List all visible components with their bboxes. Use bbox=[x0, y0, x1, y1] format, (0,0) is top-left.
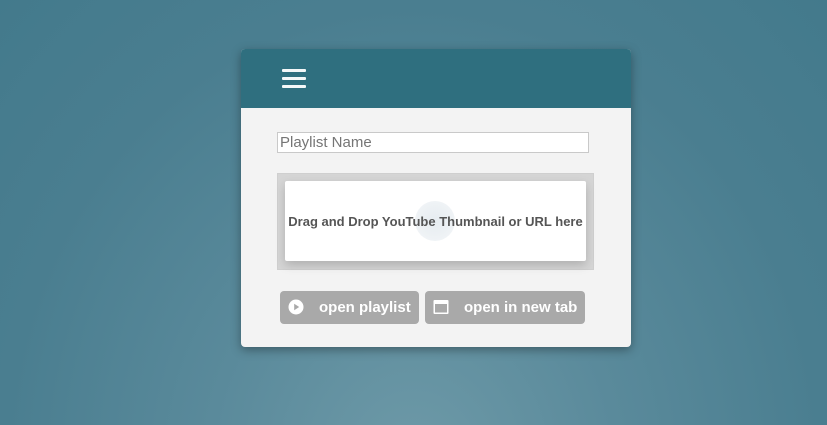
open-in-new-tab-button[interactable]: open in new tab bbox=[425, 291, 585, 324]
drop-zone[interactable]: Drag and Drop YouTube Thumbnail or URL h… bbox=[285, 181, 586, 261]
open-playlist-label: open playlist bbox=[319, 299, 411, 316]
drop-zone-frame: Drag and Drop YouTube Thumbnail or URL h… bbox=[277, 173, 594, 270]
window-icon bbox=[433, 299, 449, 315]
playlist-name-input[interactable] bbox=[277, 132, 589, 153]
play-circle-icon bbox=[288, 299, 304, 315]
playlist-card: Drag and Drop YouTube Thumbnail or URL h… bbox=[241, 49, 631, 347]
open-playlist-button[interactable]: open playlist bbox=[280, 291, 419, 324]
open-in-new-tab-label: open in new tab bbox=[464, 299, 578, 316]
hamburger-menu-icon[interactable] bbox=[281, 66, 307, 92]
drop-zone-text: Drag and Drop YouTube Thumbnail or URL h… bbox=[288, 213, 583, 229]
app-header bbox=[241, 49, 631, 108]
